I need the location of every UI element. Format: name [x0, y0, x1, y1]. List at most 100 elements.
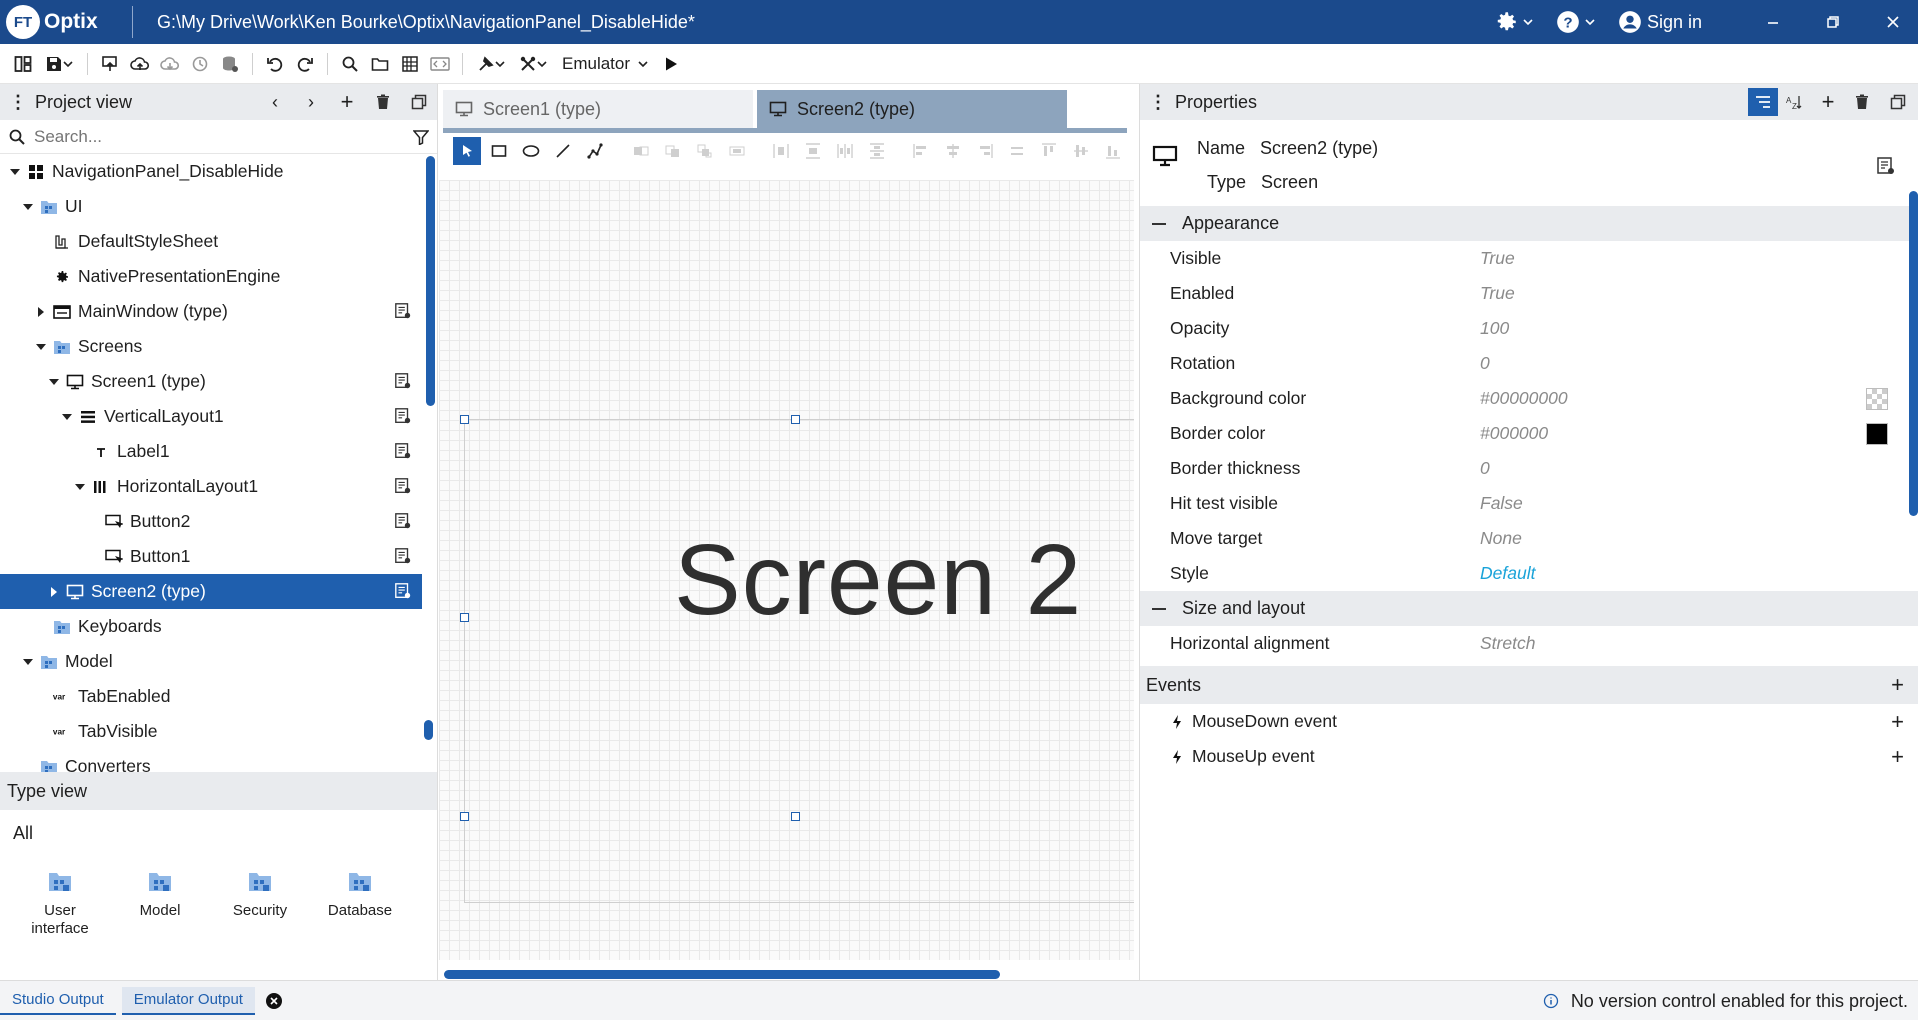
- property-row[interactable]: Rotation 0: [1140, 346, 1918, 381]
- resize-handle[interactable]: [791, 415, 800, 424]
- undock-button[interactable]: [1878, 86, 1918, 118]
- undock-button[interactable]: [401, 94, 437, 110]
- line-tool[interactable]: [549, 137, 577, 165]
- resize-handle[interactable]: [460, 613, 469, 622]
- align-bottom-tool[interactable]: [1099, 137, 1127, 165]
- property-row[interactable]: Border thickness 0: [1140, 451, 1918, 486]
- ellipse-tool[interactable]: [517, 137, 545, 165]
- name-value[interactable]: Screen2 (type): [1260, 138, 1378, 158]
- tree-item[interactable]: var TabVisible: [0, 714, 422, 749]
- library-button[interactable]: [395, 48, 425, 80]
- property-value[interactable]: 0: [1480, 353, 1490, 374]
- edit-object-icon[interactable]: [394, 442, 412, 460]
- find-button[interactable]: [335, 48, 365, 80]
- delete-property-button[interactable]: [1846, 86, 1878, 118]
- event-row[interactable]: MouseDown event +: [1140, 704, 1918, 739]
- run-button[interactable]: [656, 48, 686, 80]
- upload-button[interactable]: [125, 48, 155, 80]
- type-item[interactable]: User interface: [10, 856, 110, 938]
- open-folder-button[interactable]: [365, 48, 395, 80]
- property-value[interactable]: True: [1480, 283, 1515, 304]
- align-center-tool[interactable]: [939, 137, 967, 165]
- property-section-header[interactable]: Size and layout: [1140, 591, 1918, 626]
- close-icon[interactable]: [265, 992, 283, 1010]
- add-property-button[interactable]: +: [1810, 86, 1846, 118]
- canvas-horizontal-scrollbar[interactable]: [444, 970, 1000, 979]
- resize-handle[interactable]: [460, 415, 469, 424]
- tree-item[interactable]: Screen1 (type): [0, 364, 422, 399]
- edit-object-icon[interactable]: [394, 547, 412, 565]
- type-item[interactable]: Model: [110, 856, 210, 938]
- space-h-tool[interactable]: [831, 137, 859, 165]
- rectangle-tool[interactable]: [485, 137, 513, 165]
- caret-down-icon[interactable]: [8, 165, 22, 179]
- sign-in-button[interactable]: Sign in: [1611, 0, 1708, 44]
- select-tool[interactable]: [453, 137, 481, 165]
- tree-item[interactable]: Converters: [0, 749, 422, 772]
- tree-item[interactable]: UI: [0, 189, 422, 224]
- tree-item[interactable]: var TabEnabled: [0, 679, 422, 714]
- minimize-button[interactable]: [1748, 0, 1798, 44]
- tree-item[interactable]: HorizontalLayout1: [0, 469, 422, 504]
- property-value[interactable]: False: [1480, 493, 1523, 514]
- download-button[interactable]: [155, 48, 185, 80]
- database-button[interactable]: [215, 48, 245, 80]
- tree-item[interactable]: Keyboards: [0, 609, 422, 644]
- property-row[interactable]: Hit test visible False: [1140, 486, 1918, 521]
- help-menu-button[interactable]: ?: [1549, 0, 1601, 44]
- arrange-tool-4[interactable]: [723, 137, 751, 165]
- align-left-tool[interactable]: [907, 137, 935, 165]
- code-button[interactable]: [425, 48, 455, 80]
- add-button[interactable]: +: [329, 89, 365, 115]
- property-row[interactable]: Horizontal alignment Stretch: [1140, 626, 1918, 661]
- property-value[interactable]: True: [1480, 248, 1515, 269]
- filter-icon[interactable]: [413, 129, 429, 145]
- editor-tab[interactable]: Screen1 (type): [443, 90, 753, 128]
- restore-button[interactable]: [1808, 0, 1858, 44]
- property-value[interactable]: Stretch: [1480, 633, 1535, 654]
- add-event-button[interactable]: +: [1891, 672, 1904, 698]
- sort-properties-button[interactable]: AZ: [1778, 86, 1810, 118]
- arrange-tool-2[interactable]: [659, 137, 687, 165]
- type-filter[interactable]: All: [0, 810, 437, 856]
- arrange-tool-1[interactable]: [627, 137, 655, 165]
- design-canvas[interactable]: Screen 2: [439, 180, 1134, 960]
- add-event-handler-button[interactable]: +: [1891, 744, 1904, 770]
- tree-item[interactable]: NativePresentationEngine: [0, 259, 422, 294]
- caret-right-icon[interactable]: [47, 585, 61, 599]
- property-value[interactable]: 0: [1480, 458, 1490, 479]
- space-v-tool[interactable]: [863, 137, 891, 165]
- type-view-scrollbar[interactable]: [424, 720, 433, 740]
- tree-item[interactable]: Screens: [0, 329, 422, 364]
- edit-object-icon[interactable]: [394, 512, 412, 530]
- caret-right-icon[interactable]: [34, 305, 48, 319]
- color-swatch[interactable]: [1866, 422, 1888, 445]
- studio-output-tab[interactable]: Studio Output: [0, 987, 116, 1015]
- tree-item[interactable]: Button1: [0, 539, 422, 574]
- tree-scrollbar[interactable]: [426, 156, 435, 406]
- delete-button[interactable]: [365, 94, 401, 110]
- caret-down-icon[interactable]: [47, 375, 61, 389]
- save-button[interactable]: [38, 48, 80, 80]
- screen-selection-frame[interactable]: [464, 419, 1134, 903]
- edit-object-icon[interactable]: [1876, 156, 1896, 176]
- tree-item[interactable]: Screen2 (type): [0, 574, 422, 609]
- property-section-header[interactable]: Appearance: [1140, 206, 1918, 241]
- property-value[interactable]: None: [1480, 528, 1522, 549]
- filter-properties-button[interactable]: [1748, 88, 1778, 116]
- deploy-button[interactable]: [95, 48, 125, 80]
- tree-item[interactable]: MainWindow (type): [0, 294, 422, 329]
- edit-object-icon[interactable]: [394, 477, 412, 495]
- emulator-dropdown[interactable]: Emulator: [554, 54, 656, 74]
- edit-object-icon[interactable]: [394, 582, 412, 600]
- polyline-tool[interactable]: [581, 137, 609, 165]
- forward-button[interactable]: ›: [293, 92, 329, 113]
- property-value[interactable]: #00000000: [1480, 388, 1568, 409]
- tree-item[interactable]: Button2: [0, 504, 422, 539]
- property-row[interactable]: Move target None: [1140, 521, 1918, 556]
- edit-object-icon[interactable]: [394, 302, 412, 320]
- history-button[interactable]: [185, 48, 215, 80]
- layout-button[interactable]: [8, 48, 38, 80]
- caret-down-icon[interactable]: [60, 410, 74, 424]
- build-menu-button[interactable]: [470, 48, 512, 80]
